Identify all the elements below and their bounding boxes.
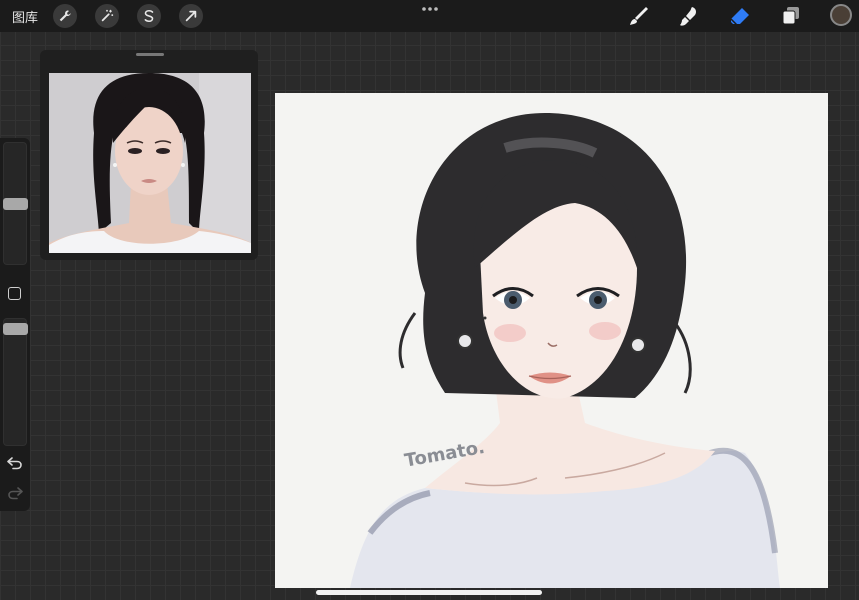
opacity-slider[interactable] (3, 318, 27, 446)
wrench-icon (59, 10, 71, 22)
transform-button[interactable] (179, 4, 203, 28)
gallery-button[interactable]: 图库 (12, 7, 38, 26)
top-toolbar: 图库 (0, 0, 859, 32)
eraser-icon[interactable] (729, 5, 751, 27)
smudge-icon[interactable] (678, 5, 700, 27)
undo-icon[interactable] (7, 456, 23, 470)
adjustments-button[interactable] (95, 4, 119, 28)
drawing-canvas[interactable]: Tomato. (275, 93, 828, 588)
selection-s-icon (144, 9, 154, 23)
color-picker-button[interactable] (830, 4, 852, 26)
artwork-illustration (275, 93, 828, 588)
transform-arrow-icon (185, 10, 197, 22)
reference-panel-handle[interactable] (136, 53, 164, 56)
brush-size-handle[interactable] (3, 198, 28, 210)
actions-button[interactable] (53, 4, 77, 28)
selection-button[interactable] (137, 4, 161, 28)
brush-icon[interactable] (628, 5, 650, 27)
modify-button[interactable] (8, 287, 21, 300)
magic-wand-icon (101, 9, 114, 22)
home-indicator[interactable] (316, 590, 542, 595)
reference-panel[interactable] (40, 50, 258, 260)
redo-icon[interactable] (7, 486, 23, 500)
left-sidebar (0, 138, 30, 511)
opacity-handle[interactable] (3, 323, 28, 335)
layers-icon[interactable] (780, 5, 802, 27)
more-options-icon[interactable] (421, 5, 439, 13)
reference-photo (49, 73, 251, 253)
